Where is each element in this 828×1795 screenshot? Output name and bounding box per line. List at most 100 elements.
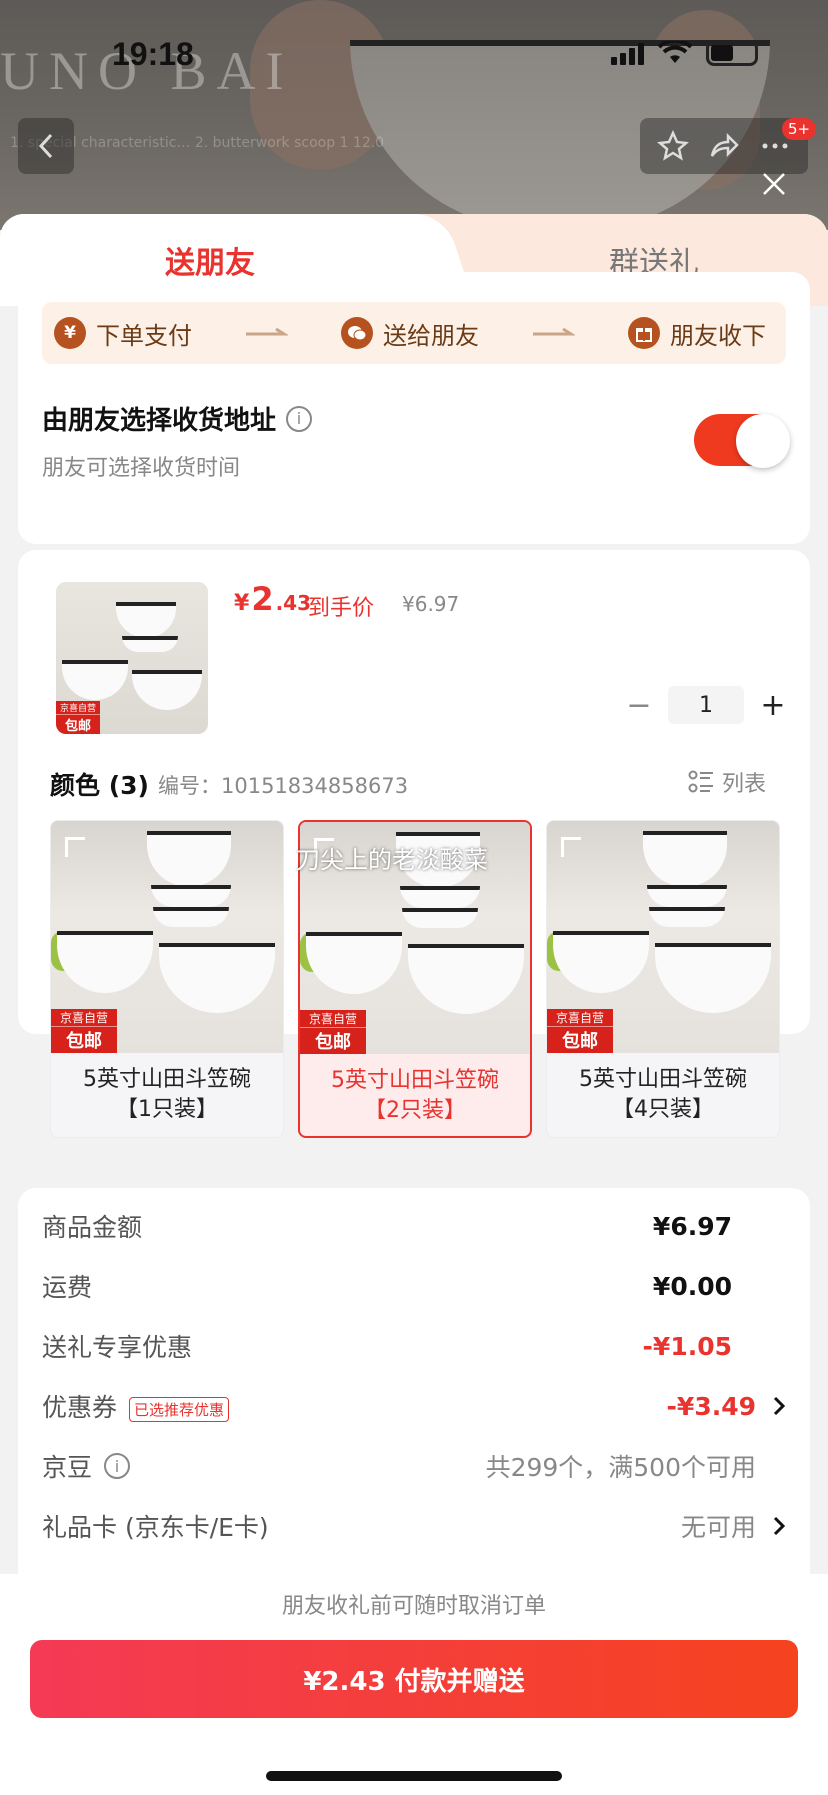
tag-bottom: 包邮	[66, 1031, 102, 1052]
coupon-tag: 已选推荐优惠	[129, 1396, 230, 1422]
sku-image: 京喜自营 包邮	[547, 821, 779, 1053]
product-thumbnail[interactable]: 京喜自营 包邮	[56, 582, 208, 734]
self-operated-tag: 京喜自营 包邮	[56, 701, 100, 734]
gift-discount-row: 送礼专享优惠 -¥1.05	[42, 1328, 786, 1364]
row-label: 优惠券	[42, 1393, 118, 1422]
bowl-image	[132, 670, 202, 710]
product-card: 京喜自营 包邮 ¥2.43 到手价 ¥6.97 − 1 + 颜色 (3) 编号：…	[18, 550, 810, 1138]
bowl-image	[151, 885, 231, 907]
list-view-label: 列表	[722, 772, 767, 797]
bowl-image	[647, 885, 727, 907]
address-subtitle: 朋友可选择收货时间	[42, 456, 241, 481]
sku-image: 京喜自营 包邮	[51, 821, 283, 1053]
status-icons	[611, 40, 758, 66]
share-icon[interactable]	[708, 130, 740, 162]
pay-and-gift-button[interactable]: ¥2.43 付款并赠送	[30, 1640, 798, 1718]
quantity-input[interactable]: 1	[668, 686, 744, 724]
tag-bottom: 包邮	[562, 1031, 598, 1052]
sku-option-name: 5英寸山田斗笠碗 【4只装】	[547, 1053, 779, 1125]
jingdou-row: 京豆 i 共299个，满500个可用	[42, 1448, 786, 1484]
friend-address-toggle[interactable]	[694, 414, 790, 468]
step-pay: ¥ 下单支付	[54, 316, 192, 351]
bowl-image	[306, 932, 402, 994]
sku-name-line2: 【1只装】	[116, 1097, 218, 1122]
gift-sheet: 群送礼 送朋友 ¥ 下单支付 送给朋友 朋友收下 由朋友选择收货地址 i 朋友可…	[0, 214, 828, 1795]
gift-steps-bar: ¥ 下单支付 送给朋友 朋友收下	[42, 302, 786, 364]
bowl-image	[408, 944, 524, 1014]
status-time: 19:18	[112, 36, 194, 72]
step-label: 朋友收下	[670, 321, 766, 350]
address-title: 由朋友选择收货地址 i	[42, 400, 313, 437]
bowl-image	[643, 831, 727, 887]
chevron-left-icon	[38, 133, 53, 159]
sku-name-line2: 【2只装】	[364, 1098, 466, 1123]
tag-top: 京喜自营	[51, 1009, 117, 1027]
bowl-image	[655, 943, 771, 1013]
sku-name-line1: 5英寸山田斗笠碗	[83, 1067, 251, 1092]
row-value: 共299个，满500个可用	[485, 1453, 756, 1482]
wifi-icon	[658, 41, 692, 63]
gift-icon	[628, 317, 660, 349]
arrow-right-icon	[245, 328, 288, 336]
close-icon[interactable]	[760, 170, 788, 198]
self-operated-tag: 京喜自营 包邮	[547, 1009, 613, 1053]
sku-option-name: 5英寸山田斗笠碗 【2只装】	[300, 1054, 530, 1126]
list-view-toggle[interactable]: 列表	[688, 766, 766, 798]
self-operated-tag: 京喜自营 包邮	[300, 1010, 366, 1054]
yen-icon: ¥	[54, 317, 86, 349]
self-operated-tag: 京喜自营 包邮	[51, 1009, 117, 1053]
tag-top: 京喜自营	[56, 701, 100, 715]
increase-button[interactable]: +	[756, 688, 790, 723]
bowl-image	[553, 931, 649, 993]
step-label: 下单支付	[96, 321, 192, 350]
bowl-image	[402, 908, 478, 928]
sku-option-1[interactable]: 京喜自营 包邮 5英寸山田斗笠碗 【1只装】	[50, 820, 284, 1138]
step-label: 送给朋友	[383, 321, 479, 350]
bowl-image	[153, 907, 229, 927]
sku-number: 编号：10151834858673	[158, 774, 409, 798]
tag-top: 京喜自营	[300, 1010, 366, 1028]
message-badge: 5+	[782, 118, 817, 140]
back-button[interactable]	[18, 118, 74, 174]
tag-top: 京喜自营	[547, 1009, 613, 1027]
address-title-text: 由朋友选择收货地址	[42, 406, 277, 436]
cancel-tip: 朋友收礼前可随时取消订单	[281, 1594, 546, 1619]
bottom-bar: 朋友收礼前可随时取消订单 ¥2.43 付款并赠送	[0, 1574, 828, 1795]
price-summary-card: 商品金额 ¥6.97 运费 ¥0.00 送礼专享优惠 -¥1.05 优惠券 已选推…	[18, 1188, 810, 1608]
row-label: 送礼专享优惠	[42, 1333, 193, 1362]
star-icon[interactable]	[657, 130, 690, 162]
info-icon[interactable]: i	[286, 405, 313, 432]
color-label: 颜色 (3)	[50, 771, 149, 800]
gift-card-row[interactable]: 礼品卡 (京东卡/E卡) 无可用	[42, 1508, 786, 1544]
expand-corner-icon	[65, 837, 85, 857]
decrease-button[interactable]: −	[622, 688, 656, 723]
row-value: -¥3.49	[666, 1391, 756, 1421]
row-value: -¥1.05	[642, 1331, 732, 1361]
list-icon	[688, 770, 713, 793]
home-indicator	[266, 1771, 562, 1781]
row-label: 运费	[42, 1273, 93, 1302]
row-value: ¥6.97	[652, 1211, 732, 1241]
tag-bottom: 包邮	[315, 1032, 351, 1053]
tab-label: 送朋友	[165, 246, 255, 281]
arrow-right-icon	[532, 328, 575, 336]
signal-icon	[611, 41, 644, 65]
bowl-image	[649, 907, 725, 927]
battery-icon	[706, 40, 758, 66]
row-label: 礼品卡 (京东卡/E卡)	[42, 1513, 269, 1542]
shipping-row: 运费 ¥0.00	[42, 1268, 786, 1304]
sku-name-line1: 5英寸山田斗笠碗	[579, 1067, 747, 1092]
toggle-knob	[736, 414, 790, 468]
bowl-image	[62, 660, 128, 700]
address-card: ¥ 下单支付 送给朋友 朋友收下 由朋友选择收货地址 i 朋友可选择收货时间	[18, 272, 810, 544]
sku-option-3[interactable]: 京喜自营 包邮 5英寸山田斗笠碗 【4只装】	[546, 820, 780, 1138]
quantity-stepper: − 1 +	[622, 686, 790, 724]
final-price: ¥2.43	[234, 580, 311, 618]
price-symbol: ¥	[234, 591, 250, 616]
row-right: -¥3.49	[667, 1392, 786, 1421]
coupon-row[interactable]: 优惠券 已选推荐优惠 -¥3.49	[42, 1388, 786, 1424]
bowl-image	[400, 886, 480, 908]
chevron-right-icon	[773, 1516, 786, 1536]
info-icon[interactable]: i	[104, 1453, 131, 1479]
row-value: 无可用	[680, 1513, 756, 1542]
